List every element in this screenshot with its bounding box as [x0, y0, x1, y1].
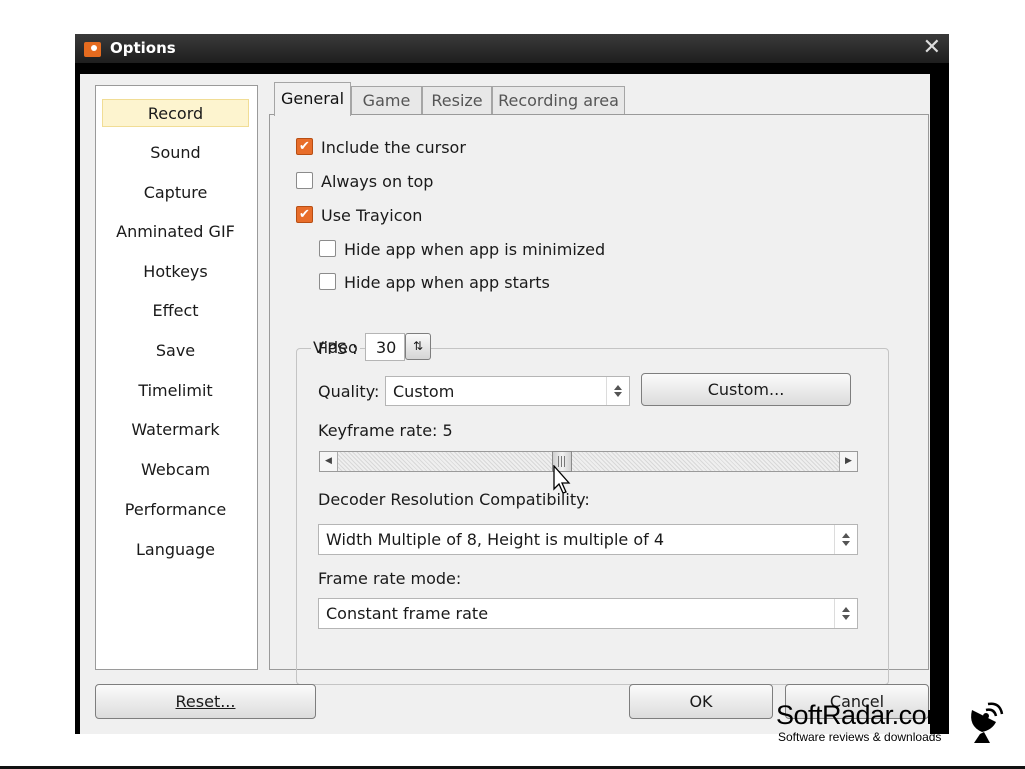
keyframe-rate-label: Keyframe rate: 5	[318, 421, 453, 440]
ok-button-label: OK	[689, 692, 713, 711]
tab-resize[interactable]: Resize	[422, 86, 492, 114]
reset-button-label: Reset...	[175, 692, 236, 711]
watermark-brand: SoftRadar.com	[776, 700, 949, 730]
quality-label: Quality:	[318, 382, 380, 401]
checkbox-box	[319, 273, 336, 290]
decoder-select[interactable]: Width Multiple of 8, Height is multiple …	[318, 524, 858, 555]
custom-quality-button[interactable]: Custom...	[641, 373, 851, 406]
checkmark-icon: ✔	[296, 206, 313, 223]
satellite-dish-icon	[971, 702, 1004, 743]
frame-rate-mode-value: Constant frame rate	[326, 604, 489, 623]
fps-input[interactable]: 30	[365, 333, 405, 361]
nav-item-sound[interactable]: Sound	[102, 139, 249, 167]
fps-label: FPS :	[318, 339, 358, 358]
checkbox-box	[296, 172, 313, 189]
quality-value: Custom	[393, 382, 455, 401]
decoder-label: Decoder Resolution Compatibility:	[318, 490, 590, 509]
updown-arrow-icon	[834, 525, 857, 554]
include-cursor-label: Include the cursor	[321, 138, 466, 157]
title-bar: Options ✕	[75, 34, 949, 63]
fps-value: 30	[376, 338, 397, 357]
nav-item-hotkeys[interactable]: Hotkeys	[102, 258, 249, 286]
keyframe-rate-slider[interactable]: ◀ ▶	[319, 451, 858, 472]
tab-game[interactable]: Game	[351, 86, 422, 114]
frame-rate-mode-label: Frame rate mode:	[318, 569, 462, 588]
checkbox-box	[319, 240, 336, 257]
nav-item-webcam[interactable]: Webcam	[102, 456, 249, 484]
hide-when-minimized-label: Hide app when app is minimized	[344, 240, 606, 259]
nav-item-effect[interactable]: Effect	[102, 297, 249, 325]
tab-general[interactable]: General	[274, 82, 351, 116]
nav-item-watermark[interactable]: Watermark	[102, 416, 249, 444]
spin-arrows-icon[interactable]: ⇅	[405, 333, 431, 360]
window-title: Options	[110, 39, 176, 57]
app-logo-icon	[84, 42, 101, 57]
custom-button-label: Custom...	[707, 380, 785, 399]
slider-left-arrow-icon[interactable]: ◀	[320, 452, 338, 471]
quality-select[interactable]: Custom	[385, 376, 630, 406]
nav-item-performance[interactable]: Performance	[102, 496, 249, 524]
nav-item-timelimit[interactable]: Timelimit	[102, 377, 249, 405]
hide-when-starts-label: Hide app when app starts	[344, 273, 550, 292]
updown-arrow-icon	[606, 377, 629, 405]
ok-button[interactable]: OK	[629, 684, 773, 719]
close-icon[interactable]: ✕	[923, 35, 941, 60]
nav-item-capture[interactable]: Capture	[102, 179, 249, 207]
updown-arrow-icon	[834, 599, 857, 628]
nav-item-animated-gif[interactable]: Anminated GIF	[102, 218, 249, 246]
slider-right-arrow-icon[interactable]: ▶	[839, 452, 857, 471]
watermark-tagline: Software reviews & downloads	[778, 730, 942, 744]
nav-item-record[interactable]: Record	[102, 99, 249, 127]
nav-item-language[interactable]: Language	[102, 536, 249, 564]
use-trayicon-label: Use Trayicon	[321, 206, 423, 225]
always-on-top-label: Always on top	[321, 172, 434, 191]
checkmark-icon: ✔	[296, 138, 313, 155]
tab-recording-area[interactable]: Recording area	[492, 86, 625, 114]
category-list: Record Sound Capture Anminated GIF Hotke…	[95, 85, 258, 670]
decoder-value: Width Multiple of 8, Height is multiple …	[326, 530, 665, 549]
reset-button[interactable]: Reset...	[95, 684, 316, 719]
nav-item-save[interactable]: Save	[102, 337, 249, 365]
frame-rate-mode-select[interactable]: Constant frame rate	[318, 598, 858, 629]
